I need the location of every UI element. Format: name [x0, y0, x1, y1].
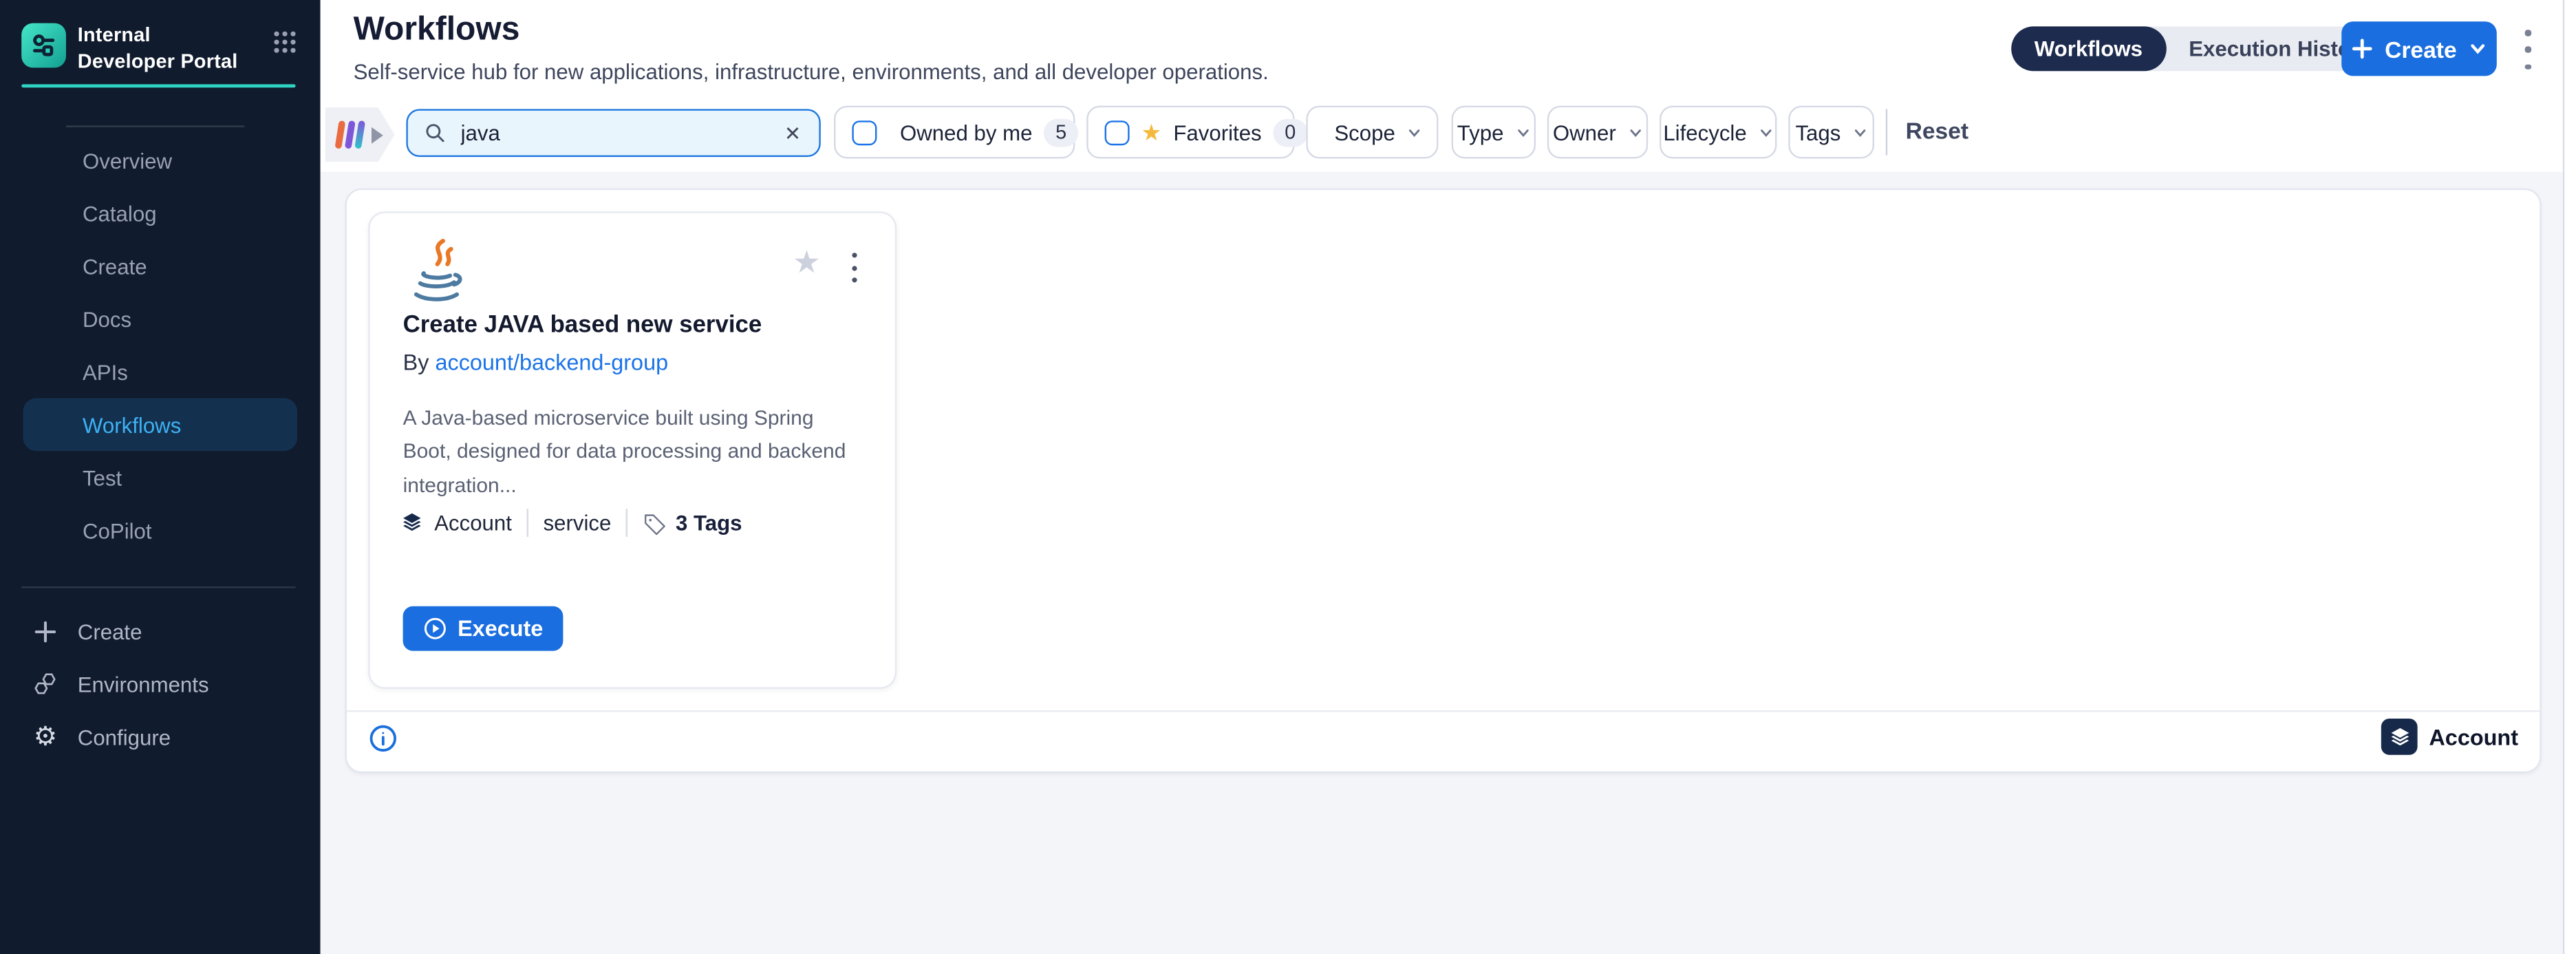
create-button[interactable]: Create [2341, 21, 2497, 76]
sidebar-item-workflows[interactable]: Workflows [23, 398, 297, 451]
plus-icon [2352, 38, 2373, 59]
chevron-down-icon [1759, 125, 1774, 140]
favorite-star-icon[interactable]: ★ [793, 248, 821, 279]
sidebar-item-create[interactable]: Create [0, 240, 321, 293]
workflows-panel: ★ Create JAVA based new service By accou… [345, 189, 2542, 774]
account-label: Account [2429, 724, 2518, 749]
scope-meta: Account [400, 511, 512, 536]
chevron-down-icon [1852, 125, 1867, 140]
sidebar-footer-configure[interactable]: ⚙ Configure [0, 710, 321, 763]
info-icon[interactable] [368, 723, 398, 753]
tags-dropdown[interactable]: Tags [1788, 106, 1874, 159]
sidebar: Internal Developer Portal Overview Catal… [0, 0, 321, 954]
layers-icon [2381, 719, 2418, 755]
search-box: ✕ [406, 109, 820, 157]
play-circle-icon [423, 616, 448, 641]
sidebar-item-copilot[interactable]: CoPilot [0, 504, 321, 557]
sidebar-footer: Create Environments ⚙ Configure [0, 604, 321, 763]
card-kebab-menu[interactable] [846, 253, 862, 282]
owned-by-me-count: 5 [1044, 118, 1078, 147]
owner-link[interactable]: account/backend-group [435, 350, 668, 375]
chevron-down-icon [1628, 125, 1643, 140]
scope-dropdown[interactable]: Scope [1306, 106, 1438, 159]
gear-icon: ⚙ [32, 723, 60, 751]
app-title: Internal Developer Portal [78, 23, 246, 75]
page-title: Workflows [354, 12, 520, 50]
sidebar-top-divider [66, 125, 244, 127]
sidebar-item-docs[interactable]: Docs [0, 293, 321, 346]
lifecycle-dropdown[interactable]: Lifecycle [1660, 106, 1777, 159]
sidebar-footer-create[interactable]: Create [0, 604, 321, 657]
page-header: Workflows Self-service hub for new appli… [321, 0, 2576, 98]
sidebar-item-apis[interactable]: APIs [0, 346, 321, 399]
java-logo-icon [403, 238, 469, 319]
search-input[interactable] [458, 119, 783, 147]
screen: Internal Developer Portal Overview Catal… [0, 0, 2576, 954]
execute-button[interactable]: Execute [403, 606, 564, 651]
filter-bar: ✕ Owned by me 5 ★ Favorites 0 [321, 96, 2576, 171]
sidebar-footer-environments[interactable]: Environments [0, 657, 321, 710]
favorites-filter[interactable]: ★ Favorites 0 [1086, 106, 1294, 159]
expand-arrow-icon [371, 127, 383, 143]
layers-icon [400, 511, 425, 536]
panel-footer-divider [347, 710, 2540, 712]
clear-search-icon[interactable]: ✕ [782, 121, 802, 145]
account-badge[interactable]: Account [2381, 719, 2518, 755]
chevron-down-icon [1515, 125, 1530, 140]
sidebar-item-catalog[interactable]: Catalog [0, 187, 321, 240]
workflow-title: Create JAVA based new service [403, 312, 762, 339]
tab-workflows[interactable]: Workflows [2011, 26, 2165, 71]
header-kebab-menu[interactable] [2517, 30, 2540, 70]
workflow-meta: Account service 3 Tags [400, 509, 742, 537]
reset-filters-button[interactable]: Reset [1906, 117, 1969, 143]
filter-panel-toggle[interactable] [325, 107, 395, 162]
favorites-count: 0 [1273, 118, 1307, 147]
view-toggle: Workflows Execution History [2011, 26, 2394, 71]
star-icon: ★ [1141, 120, 1161, 144]
owned-by-me-checkbox[interactable] [852, 120, 877, 145]
owner-dropdown[interactable]: Owner [1547, 106, 1648, 159]
sidebar-nav: Overview Catalog Create Docs APIs Workfl… [0, 134, 321, 556]
sidebar-section-divider [21, 586, 295, 588]
chevron-down-icon [2469, 40, 2487, 58]
chevron-down-icon [1407, 125, 1422, 140]
app-switcher-grid-icon[interactable] [274, 32, 299, 56]
colored-bars-icon [337, 120, 363, 149]
type-meta: service [544, 511, 612, 536]
workflow-owner: By account/backend-group [403, 350, 669, 375]
vertical-scrollbar[interactable] [2563, 0, 2576, 954]
page-subtitle: Self-service hub for new applications, i… [354, 59, 1269, 84]
sidebar-item-test[interactable]: Test [0, 451, 321, 504]
search-icon [425, 123, 446, 144]
content-area: ★ Create JAVA based new service By accou… [321, 172, 2576, 954]
app-logo-icon [21, 23, 66, 68]
brand: Internal Developer Portal [21, 23, 299, 75]
workflow-description: A Java-based microservice built using Sp… [403, 401, 859, 502]
tag-icon [643, 511, 666, 535]
plus-icon [32, 617, 60, 645]
hexagons-icon [32, 670, 60, 698]
sidebar-item-overview[interactable]: Overview [0, 134, 321, 187]
filter-divider [1886, 109, 1887, 155]
favorites-checkbox[interactable] [1105, 120, 1130, 145]
tags-meta[interactable]: 3 Tags [643, 511, 742, 536]
workflow-card[interactable]: ★ Create JAVA based new service By accou… [368, 211, 897, 689]
owned-by-me-filter[interactable]: Owned by me 5 [834, 106, 1075, 159]
main-area: Workflows Self-service hub for new appli… [321, 0, 2576, 954]
type-dropdown[interactable]: Type [1452, 106, 1536, 159]
brand-underline [21, 84, 295, 87]
